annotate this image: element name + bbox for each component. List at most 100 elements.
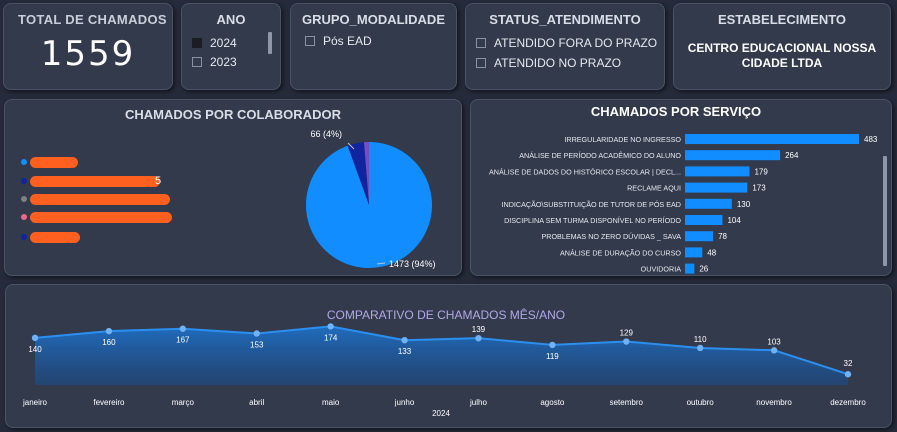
grupo-option-label: Pós EAD bbox=[323, 34, 372, 48]
status-title: STATUS_ATENDIMENTO bbox=[489, 12, 641, 27]
bar bbox=[685, 215, 723, 225]
area-value-label: 139 bbox=[472, 325, 486, 334]
bar-category-label: RECLAME AQUI bbox=[627, 184, 681, 193]
checkbox-checked[interactable] bbox=[192, 38, 202, 48]
area-x-tick-label: maio bbox=[322, 398, 340, 407]
ano-option-label: 2024 bbox=[210, 36, 237, 50]
pie-label: 66 (4%) bbox=[310, 129, 342, 139]
grupo-option-pos-ead[interactable]: Pós EAD bbox=[305, 34, 372, 48]
area-x-tick-label: janeiro bbox=[22, 398, 48, 407]
bar-value-label: 264 bbox=[785, 151, 799, 160]
bar bbox=[685, 150, 781, 161]
bar-chart-title: CHAMADOS POR SERVIÇO bbox=[591, 104, 761, 119]
bar-category-label: OUVIDORIA bbox=[641, 265, 682, 274]
pie-label: 1473 (94%) bbox=[389, 259, 436, 269]
ano-slicer: ANO 2024 2023 bbox=[181, 3, 281, 90]
area-value-label: 140 bbox=[28, 345, 42, 354]
area-value-label: 174 bbox=[324, 333, 338, 342]
bar bbox=[685, 134, 859, 144]
status-option-label: ATENDIDO NO PRAZO bbox=[494, 56, 622, 70]
bar-value-label: 173 bbox=[752, 184, 766, 193]
bar-value-label: 78 bbox=[718, 232, 727, 241]
bar-value-label: 104 bbox=[727, 216, 741, 225]
area-value-label: 119 bbox=[546, 352, 559, 361]
estabelecimento-value-line2: CIDADE LTDA bbox=[741, 56, 823, 70]
area-value-label: 32 bbox=[844, 359, 853, 368]
checkbox[interactable] bbox=[476, 38, 486, 48]
bar bbox=[685, 263, 695, 274]
area-fill bbox=[35, 326, 848, 385]
area-value-label: 129 bbox=[620, 329, 634, 338]
area-value-label: 153 bbox=[250, 340, 264, 349]
checkbox[interactable] bbox=[305, 36, 315, 46]
bar-category-label: IRREGULARIDADE NO INGRESSO bbox=[564, 135, 681, 144]
checkbox[interactable] bbox=[192, 57, 202, 67]
kpi-value: 1559 bbox=[40, 34, 136, 74]
area-point bbox=[179, 325, 187, 332]
bar-value-label: 130 bbox=[737, 200, 751, 209]
estabelecimento-title: ESTABELECIMENTO bbox=[717, 12, 847, 27]
grupo-slicer: GRUPO_MODALIDADE Pós EAD bbox=[290, 3, 457, 90]
kpi-title: TOTAL DE CHAMADOS bbox=[18, 12, 167, 27]
ano-title: ANO bbox=[216, 12, 246, 27]
area-x-tick-label: junho bbox=[394, 398, 415, 407]
area-x-tick-label: novembro bbox=[756, 398, 792, 407]
area-point bbox=[475, 334, 482, 342]
area-value-label: 160 bbox=[102, 338, 116, 347]
bar-value-label: 483 bbox=[864, 135, 878, 144]
area-x-tick-label: agosto bbox=[540, 398, 565, 407]
ano-option-2023[interactable]: 2023 bbox=[192, 55, 237, 69]
bar-value-label: 48 bbox=[707, 248, 716, 257]
area-point bbox=[549, 341, 556, 349]
bar bbox=[685, 166, 750, 177]
grupo-title: GRUPO_MODALIDADE bbox=[301, 12, 445, 27]
status-option-fora-prazo[interactable]: ATENDIDO FORA DO PRAZO bbox=[476, 36, 657, 50]
bar-scrollbar[interactable] bbox=[883, 156, 887, 266]
pie-slice bbox=[306, 142, 432, 268]
area-x-tick-label: abril bbox=[249, 398, 264, 407]
area-value-label: 103 bbox=[767, 337, 781, 346]
bar-category-label: DISCIPLINA SEM TURMA DISPONÍVEL NO PERÍO… bbox=[504, 216, 681, 225]
checkbox[interactable] bbox=[476, 58, 486, 68]
bar-category-label: ANÁLISE DE DADOS DO HISTÓRICO ESCOLAR | … bbox=[489, 167, 681, 176]
status-slicer: STATUS_ATENDIMENTO ATENDIDO FORA DO PRAZ… bbox=[465, 3, 665, 90]
area-value-label: 133 bbox=[398, 347, 412, 356]
area-point bbox=[105, 327, 113, 335]
status-option-no-prazo[interactable]: ATENDIDO NO PRAZO bbox=[476, 56, 621, 70]
bar-value-label: 26 bbox=[699, 265, 708, 274]
area-x-tick-label: fevereiro bbox=[93, 398, 125, 407]
pie-chart[interactable]: 66 (4%) 1473 (94%) bbox=[5, 100, 461, 275]
area-point bbox=[253, 330, 260, 337]
estabelecimento-card: ESTABELECIMENTO CENTRO EDUCACIONAL NOSSA… bbox=[673, 3, 891, 90]
bar-chart-card: CHAMADOS POR SERVIÇO IRREGULARIDADE NO IN… bbox=[470, 99, 892, 276]
area-x-tick-label: março bbox=[172, 398, 195, 407]
bar-category-label: PROBLEMAS NO ZERO DÚVIDAS _ SAVA bbox=[541, 232, 681, 241]
bar-category-label: INDICAÇÃO\SUBSTITUIÇÃO DE TUTOR DE PÓS E… bbox=[502, 200, 681, 209]
bar-category-label: ANÁLISE DE PERÍODO ACADÊMICO DO ALUNO bbox=[519, 151, 681, 160]
area-point bbox=[31, 334, 39, 342]
area-x-tick-label: setembro bbox=[610, 398, 644, 407]
ano-option-label: 2023 bbox=[210, 55, 237, 69]
kpi-card: TOTAL DE CHAMADOS 1559 bbox=[3, 3, 173, 90]
bar bbox=[685, 247, 703, 258]
area-chart[interactable]: COMPARATIVO DE CHAMADOS MÊS/ANO 140 janeir… bbox=[6, 285, 891, 427]
area-point bbox=[696, 344, 704, 352]
bar bbox=[685, 182, 748, 193]
estabelecimento-value-line1: CENTRO EDUCACIONAL NOSSA bbox=[687, 41, 877, 55]
bar-value-label: 179 bbox=[754, 167, 768, 176]
bar bbox=[685, 198, 732, 209]
bar bbox=[685, 231, 714, 242]
ano-option-2024[interactable]: 2024 bbox=[192, 36, 237, 50]
area-x-tick-label: outubro bbox=[687, 398, 715, 407]
bar-chart[interactable]: CHAMADOS POR SERVIÇO IRREGULARIDADE NO IN… bbox=[471, 100, 891, 275]
status-option-label: ATENDIDO FORA DO PRAZO bbox=[494, 36, 658, 50]
pie-chart-card: CHAMADOS POR COLABORADOR 5 66 (4%) 1473 (… bbox=[4, 99, 462, 276]
area-point bbox=[401, 337, 408, 344]
area-point bbox=[770, 347, 778, 354]
area-value-label: 110 bbox=[694, 335, 707, 344]
ano-scrollbar[interactable] bbox=[268, 32, 272, 54]
area-x-tick-label: dezembro bbox=[830, 398, 866, 407]
area-chart-title: COMPARATIVO DE CHAMADOS MÊS/ANO bbox=[327, 307, 565, 322]
area-point bbox=[327, 323, 334, 330]
area-point bbox=[844, 371, 852, 378]
